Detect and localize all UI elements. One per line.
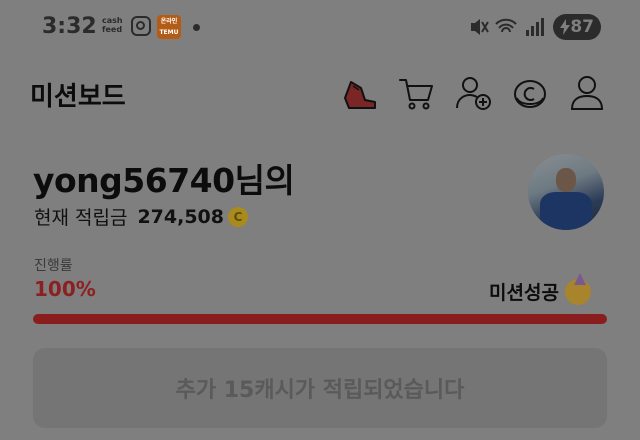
temu-icon: 온라인 TEMU <box>157 15 181 39</box>
mute-icon <box>471 19 489 35</box>
balance-row: 현재 적립금 274,508 C <box>34 203 248 230</box>
progress-label: 진행률 <box>34 258 73 274</box>
avatar-body <box>540 192 592 230</box>
instagram-icon <box>131 16 151 36</box>
cashfeed-line2: feed <box>102 25 123 34</box>
user-greeting: yong56740님의 <box>33 161 295 200</box>
system-icons <box>471 18 544 36</box>
cashfeed-icon: cash feed <box>102 16 123 34</box>
reward-toast[interactable]: 추가 15캐시가 적립되었습니다 <box>33 348 607 428</box>
profile-icon[interactable] <box>568 74 606 112</box>
coin-icon[interactable] <box>511 74 549 112</box>
mission-status-text: 미션성공 <box>489 282 559 304</box>
temu-line2: TEMU <box>159 29 179 36</box>
battery-icon: 87 <box>553 14 601 40</box>
wifi-icon <box>495 18 517 33</box>
sneaker-icon[interactable] <box>341 74 379 112</box>
mission-status: 미션성공 <box>489 272 591 305</box>
balance-value: 274,508 <box>137 205 224 228</box>
progress-bar <box>33 314 607 324</box>
coin-badge-icon: C <box>228 206 248 227</box>
cart-icon[interactable] <box>397 74 435 112</box>
party-face-icon <box>564 272 591 305</box>
reward-toast-message: 추가 15캐시가 적립되었습니다 <box>175 378 465 403</box>
progress-value: 100% <box>34 277 96 301</box>
battery-level: 87 <box>570 17 594 37</box>
balance-label: 현재 적립금 <box>34 207 128 229</box>
add-friend-icon[interactable] <box>455 74 493 112</box>
avatar[interactable] <box>528 154 604 230</box>
status-bar: 3:32 cash feed 온라인 TEMU 87 <box>0 0 640 56</box>
clock: 3:32 <box>42 14 97 39</box>
temu-line1: 온라인 <box>160 18 178 25</box>
notification-dot-icon <box>193 24 200 31</box>
avatar-head <box>556 168 576 192</box>
cashfeed-line1: cash <box>102 16 123 25</box>
signal-icon <box>526 18 544 36</box>
bolt-icon <box>560 19 570 35</box>
page-title: 미션보드 <box>30 82 126 112</box>
progress-bar-fill <box>33 314 607 324</box>
